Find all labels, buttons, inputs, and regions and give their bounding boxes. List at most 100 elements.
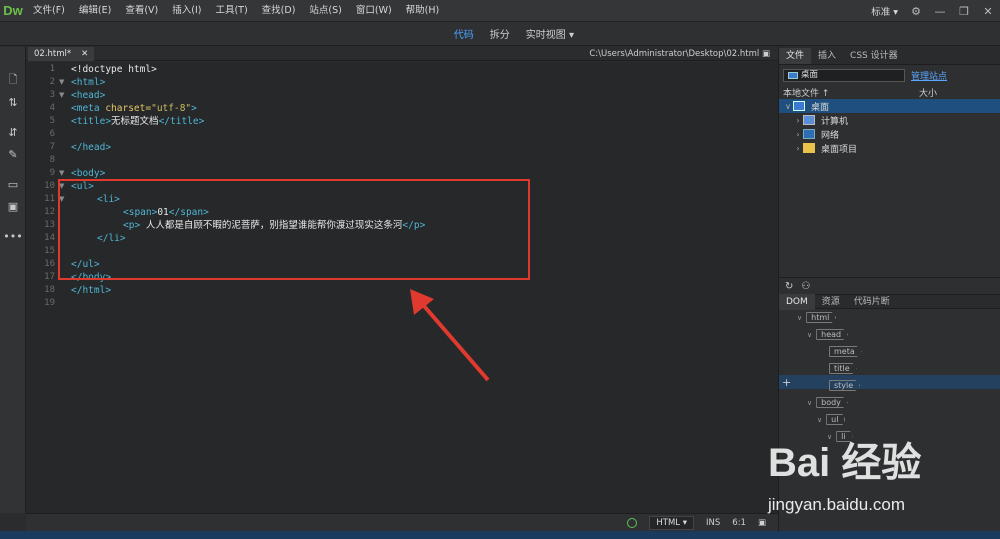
head-close-tag: </head> [71, 142, 112, 153]
chevron-down-icon[interactable]: ∨ [807, 331, 812, 339]
manage-sites-link[interactable]: 管理站点 [911, 69, 947, 82]
line-number: 4 [49, 103, 55, 113]
computer-icon [803, 115, 815, 125]
minimize-icon[interactable]: — [928, 0, 952, 22]
dom-node[interactable]: ∨ ul [817, 414, 846, 425]
site-select[interactable]: 桌面 [783, 68, 905, 82]
fold-icon[interactable]: ▼ [59, 89, 67, 102]
desktop-icon [788, 71, 798, 79]
dom-node[interactable]: ∨ html [797, 312, 837, 323]
meta-tag: <meta [71, 103, 106, 114]
line-number: 15 [44, 246, 55, 256]
file-tree: ∨ 桌面 › 计算机 › 网络 › 桌面项目 [779, 99, 1000, 269]
code-line: <meta charset="utf-8"> [71, 102, 197, 115]
collapse-tag-icon[interactable]: ⇵ [0, 121, 26, 143]
menu-help[interactable]: 帮助(H) [399, 0, 447, 22]
dom-node-tag: style [829, 380, 861, 391]
highlight-box-annotation [58, 179, 530, 280]
dom-node[interactable]: style [829, 380, 861, 391]
file-tree-item[interactable]: › 计算机 [779, 113, 1000, 127]
column-size[interactable]: 大小 [919, 86, 937, 99]
tab-dom[interactable]: DOM [779, 293, 815, 310]
chevron-down-icon[interactable]: ∨ [783, 102, 793, 111]
menu-edit[interactable]: 编辑(E) [72, 0, 118, 22]
open-documents-icon[interactable]: 🗋 [0, 69, 26, 91]
dom-node-tag: ul [826, 414, 846, 425]
body-open-tag: <body> [71, 168, 106, 179]
comment-icon[interactable]: ▭ [0, 173, 26, 195]
close-tab-icon[interactable]: ✕ [81, 47, 88, 61]
dom-node-tag: head [816, 329, 849, 340]
chevron-down-icon[interactable]: ∨ [807, 399, 812, 407]
snippet-icon[interactable]: ▣ [0, 195, 26, 217]
column-local-files[interactable]: 本地文件 ↑ [783, 86, 829, 99]
title-close-tag: </title> [158, 116, 205, 127]
dom-panel-tabs: DOM 资源 代码片断 [779, 293, 1000, 310]
line-number: 9 [49, 168, 55, 178]
html-close-tag: </html> [71, 285, 112, 296]
chevron-right-icon[interactable]: › [793, 130, 803, 139]
connect-icon[interactable]: ⚇ [801, 281, 810, 292]
insert-mode[interactable]: INS [706, 518, 720, 528]
file-tree-item[interactable]: › 网络 [779, 127, 1000, 141]
file-tree-item[interactable]: › 桌面项目 [779, 141, 1000, 155]
view-split-button[interactable]: 拆分 [482, 26, 518, 41]
language-value: HTML [656, 517, 681, 528]
sort-icon[interactable]: ⇅ [0, 91, 26, 113]
close-icon[interactable]: ✕ [976, 0, 1000, 22]
title-open-tag: <title> [71, 116, 112, 127]
view-code-button[interactable]: 代码 [446, 26, 482, 41]
language-select[interactable]: HTML ▾ [649, 515, 695, 530]
dom-node[interactable]: title [829, 363, 857, 374]
os-taskbar [0, 531, 1000, 539]
chevron-down-icon[interactable]: ∨ [797, 314, 802, 322]
menu-tools[interactable]: 工具(T) [208, 0, 254, 22]
tab-assets[interactable]: 资源 [815, 294, 847, 310]
dom-node-tag: title [829, 363, 857, 374]
dom-node-tag: body [816, 397, 848, 408]
more-icon[interactable]: ••• [0, 225, 26, 247]
dom-node[interactable]: meta [829, 346, 862, 357]
gear-icon[interactable]: ⚙ [904, 0, 928, 22]
line-number: 10 [44, 181, 55, 191]
meta-end: > [191, 103, 197, 114]
desktop-icon [793, 101, 805, 111]
fold-icon[interactable]: ▼ [59, 76, 67, 89]
tab-insert[interactable]: 插入 [811, 48, 843, 64]
doctype: <!doctype html> [71, 64, 157, 75]
menu-window[interactable]: 窗口(W) [349, 0, 399, 22]
meta-value: "utf-8" [151, 103, 192, 114]
restore-icon[interactable]: ▣ [762, 49, 770, 59]
dom-node[interactable]: ∨ head [807, 329, 849, 340]
meta-attr: charset= [105, 103, 152, 114]
menu-find[interactable]: 查找(D) [255, 0, 303, 22]
dom-node[interactable]: ∨ body [807, 397, 848, 408]
maximize-icon[interactable]: ❐ [952, 0, 976, 22]
head-open-tag: <head> [71, 90, 106, 101]
title-text: 无标题文档 [111, 116, 159, 127]
line-number: 11 [44, 194, 55, 204]
document-tab[interactable]: 02.html* ✕ [28, 47, 95, 61]
file-tree-item[interactable]: ∨ 桌面 [779, 99, 1000, 113]
cursor-position: 6:1 [732, 517, 746, 528]
plus-icon[interactable]: + [782, 376, 791, 389]
tab-css-designer[interactable]: CSS 设计器 [843, 48, 905, 64]
menu-site[interactable]: 站点(S) [302, 0, 348, 22]
chevron-right-icon[interactable]: › [793, 116, 803, 125]
tab-files[interactable]: 文件 [779, 48, 812, 64]
chevron-down-icon[interactable]: ∨ [817, 416, 822, 424]
menu-file[interactable]: 文件(F) [26, 0, 72, 22]
chevron-right-icon[interactable]: › [793, 144, 803, 153]
workspace-switcher[interactable]: 标准 ▾ [865, 4, 904, 18]
view-live-button[interactable]: 实时视图 ▾ [518, 26, 582, 41]
line-number: 16 [44, 259, 55, 269]
menu-insert[interactable]: 插入(I) [165, 0, 208, 22]
line-number: 8 [49, 155, 55, 165]
menu-view[interactable]: 查看(V) [118, 0, 165, 22]
menu-bar: Dw 文件(F) 编辑(E) 查看(V) 插入(I) 工具(T) 查找(D) 站… [0, 0, 1000, 22]
tab-snippets[interactable]: 代码片断 [847, 294, 897, 310]
watermark-logo: Bai 经验 [768, 441, 922, 485]
baidu-jingyan-watermark: Bai 经验 jingyan.baidu.com [756, 430, 1000, 531]
format-icon[interactable]: ✎ [0, 143, 26, 165]
refresh-icon[interactable]: ↻ [785, 281, 793, 292]
